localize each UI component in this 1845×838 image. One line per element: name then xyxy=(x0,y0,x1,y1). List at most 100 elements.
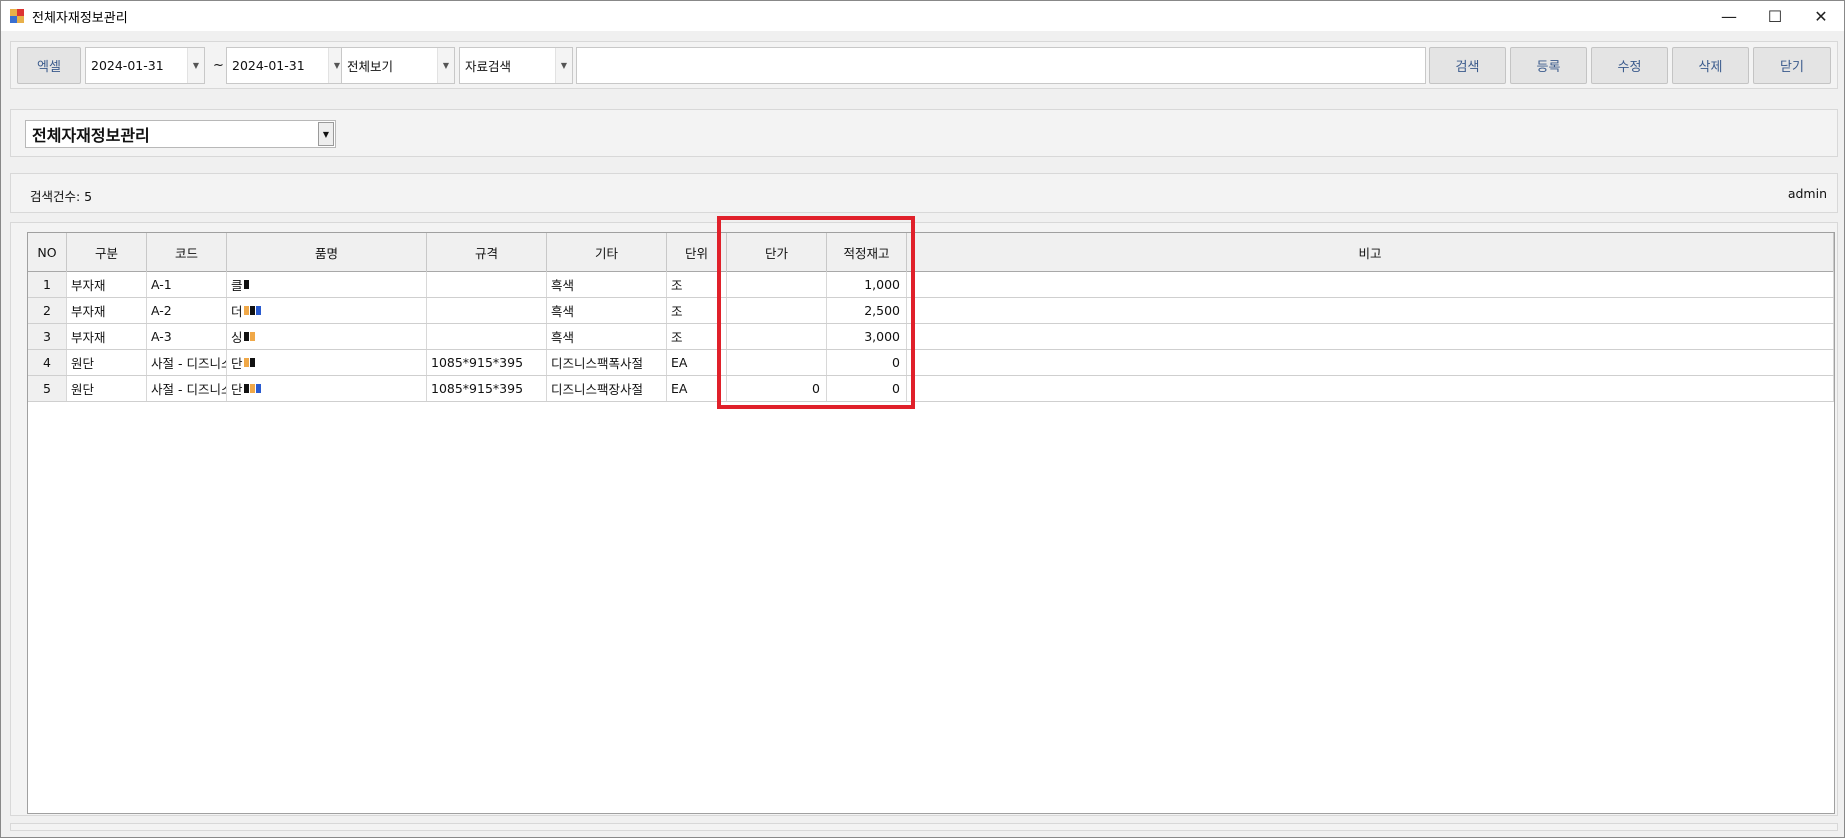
chevron-down-icon[interactable]: ▼ xyxy=(318,122,334,146)
title-bar: 전체자재정보관리 — ☐ ✕ xyxy=(1,1,1844,31)
cell-note[interactable] xyxy=(907,350,1834,375)
chevron-down-icon[interactable]: ▼ xyxy=(437,48,454,83)
cell-no: 5 xyxy=(28,376,67,401)
edit-button[interactable]: 수정 xyxy=(1591,47,1668,84)
header-type[interactable]: 구분 xyxy=(67,233,147,272)
redaction-mark xyxy=(255,384,261,393)
view-filter-value: 전체보기 xyxy=(347,59,394,74)
cell-code[interactable]: A-3 xyxy=(147,324,227,349)
cell-spec[interactable]: 1085*915*395 xyxy=(427,350,547,375)
form-select-value: 전체자재정보관리 xyxy=(32,126,150,145)
header-code[interactable]: 코드 xyxy=(147,233,227,272)
cell-etc[interactable]: 흑색 xyxy=(547,272,667,297)
cell-spec[interactable] xyxy=(427,272,547,297)
cell-name-text: 클 xyxy=(231,278,243,293)
date-from-value: 2024-01-31 xyxy=(91,58,164,73)
redaction-mark xyxy=(243,358,249,367)
cell-type[interactable]: 원단 xyxy=(67,350,147,375)
date-to-picker[interactable]: 2024-01-31 ▼ xyxy=(226,47,346,84)
search-field-value: 자료검색 xyxy=(465,59,512,74)
redaction-mark xyxy=(255,306,261,315)
delete-button[interactable]: 삭제 xyxy=(1672,47,1749,84)
redaction-mark xyxy=(249,384,255,393)
cell-etc[interactable]: 흑색 xyxy=(547,324,667,349)
toolbar: 엑셀 2024-01-31 ▼ ~ 2024-01-31 ▼ 전체보기 ▼ 자료… xyxy=(10,41,1838,89)
cell-name-text: 단 xyxy=(231,356,243,371)
form-select-panel: 전체자재정보관리 ▼ xyxy=(10,109,1838,157)
cell-etc[interactable]: 디즈니스팩장사절 xyxy=(547,376,667,401)
cell-code[interactable]: A-2 xyxy=(147,298,227,323)
cell-name-text: 더 xyxy=(231,304,243,319)
cell-name[interactable]: 단 xyxy=(227,350,427,375)
maximize-button[interactable]: ☐ xyxy=(1752,1,1798,31)
cell-code[interactable]: 사절 - 디즈니스 xyxy=(147,376,227,401)
close-window-button[interactable]: ✕ xyxy=(1798,1,1844,31)
cell-name-text: 단 xyxy=(231,382,243,397)
header-note[interactable]: 비고 xyxy=(907,233,1834,272)
redaction-mark xyxy=(243,332,249,341)
window-title: 전체자재정보관리 xyxy=(32,10,128,26)
grid-header: NO 구분 코드 품명 규격 기타 단위 단가 적정재고 비고 xyxy=(28,233,1834,272)
table-row[interactable]: 5 원단 사절 - 디즈니스 단 1085*915*395 디즈니스팩장사절 E… xyxy=(28,376,1834,402)
cell-name-text: 싱 xyxy=(231,330,243,345)
header-spec[interactable]: 규격 xyxy=(427,233,547,272)
header-no[interactable]: NO xyxy=(28,233,67,272)
highlight-box xyxy=(717,216,915,409)
redaction-mark xyxy=(243,280,249,289)
cell-spec[interactable]: 1085*915*395 xyxy=(427,376,547,401)
date-from-picker[interactable]: 2024-01-31 ▼ xyxy=(85,47,205,84)
cell-spec[interactable] xyxy=(427,298,547,323)
redaction-mark xyxy=(249,332,255,341)
cell-note[interactable] xyxy=(907,272,1834,297)
table-row[interactable]: 3 부자재 A-3 싱 흑색 조 3,000 xyxy=(28,324,1834,350)
result-count: 검색건수: 5 xyxy=(30,189,93,204)
date-to-value: 2024-01-31 xyxy=(232,58,305,73)
cell-code[interactable]: 사절 - 디즈니스 xyxy=(147,350,227,375)
cell-note[interactable] xyxy=(907,376,1834,401)
cell-type[interactable]: 부자재 xyxy=(67,272,147,297)
grid-rows: 1 부자재 A-1 클 흑색 조 1,000 2 부자재 A-2 더 흑색 조 … xyxy=(28,272,1834,402)
status-panel: 검색건수: 5 admin xyxy=(10,173,1838,213)
chevron-down-icon[interactable]: ▼ xyxy=(555,48,572,83)
cell-no: 3 xyxy=(28,324,67,349)
current-user: admin xyxy=(1787,186,1827,201)
redaction-mark xyxy=(249,306,255,315)
register-button[interactable]: 등록 xyxy=(1510,47,1587,84)
cell-no: 4 xyxy=(28,350,67,375)
search-input[interactable] xyxy=(576,47,1426,84)
search-button[interactable]: 검색 xyxy=(1429,47,1506,84)
chevron-down-icon[interactable]: ▼ xyxy=(187,48,204,83)
close-button[interactable]: 닫기 xyxy=(1753,47,1831,84)
date-range-separator: ~ xyxy=(213,58,224,73)
minimize-button[interactable]: — xyxy=(1706,1,1752,31)
table-row[interactable]: 2 부자재 A-2 더 흑색 조 2,500 xyxy=(28,298,1834,324)
bottom-strip xyxy=(10,823,1838,831)
cell-name[interactable]: 싱 xyxy=(227,324,427,349)
header-etc[interactable]: 기타 xyxy=(547,233,667,272)
header-name[interactable]: 품명 xyxy=(227,233,427,272)
cell-type[interactable]: 부자재 xyxy=(67,324,147,349)
search-field-select[interactable]: 자료검색 ▼ xyxy=(459,47,573,84)
cell-code[interactable]: A-1 xyxy=(147,272,227,297)
table-row[interactable]: 4 원단 사절 - 디즈니스 단 1085*915*395 디즈니스팩폭사절 E… xyxy=(28,350,1834,376)
table-row[interactable]: 1 부자재 A-1 클 흑색 조 1,000 xyxy=(28,272,1834,298)
cell-name[interactable]: 더 xyxy=(227,298,427,323)
cell-note[interactable] xyxy=(907,324,1834,349)
cell-type[interactable]: 원단 xyxy=(67,376,147,401)
redaction-mark xyxy=(249,358,255,367)
redaction-mark xyxy=(243,384,249,393)
form-select[interactable]: 전체자재정보관리 ▼ xyxy=(25,120,336,148)
cell-name[interactable]: 단 xyxy=(227,376,427,401)
redaction-mark xyxy=(243,306,249,315)
view-filter-select[interactable]: 전체보기 ▼ xyxy=(341,47,455,84)
cell-type[interactable]: 부자재 xyxy=(67,298,147,323)
cell-name[interactable]: 클 xyxy=(227,272,427,297)
app-window: 전체자재정보관리 — ☐ ✕ 엑셀 2024-01-31 ▼ ~ 2024-01… xyxy=(0,0,1845,838)
data-grid[interactable]: NO 구분 코드 품명 규격 기타 단위 단가 적정재고 비고 1 부자재 A-… xyxy=(27,232,1835,814)
cell-spec[interactable] xyxy=(427,324,547,349)
cell-etc[interactable]: 디즈니스팩폭사절 xyxy=(547,350,667,375)
app-icon xyxy=(10,9,24,23)
cell-etc[interactable]: 흑색 xyxy=(547,298,667,323)
cell-note[interactable] xyxy=(907,298,1834,323)
excel-button[interactable]: 엑셀 xyxy=(17,47,81,84)
